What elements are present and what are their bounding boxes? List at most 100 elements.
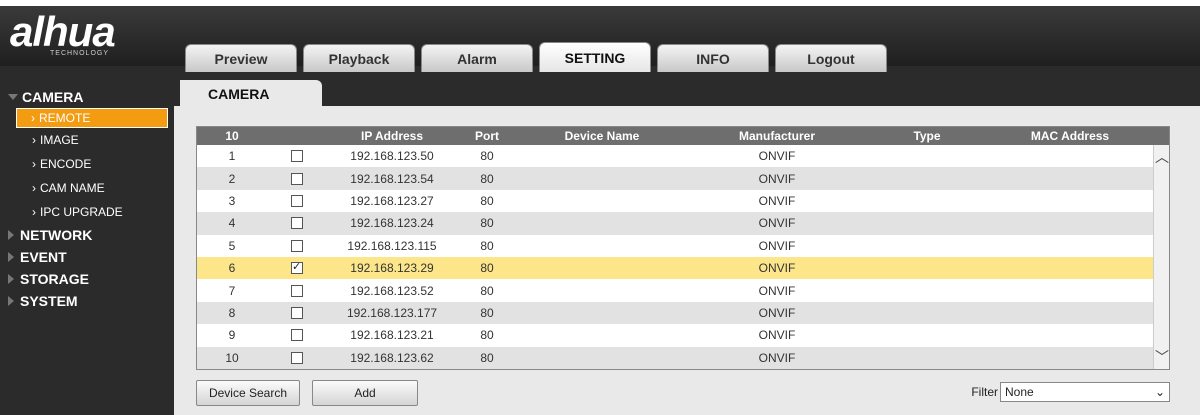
row-checkbox[interactable] xyxy=(291,217,303,230)
cell-mac xyxy=(987,167,1153,189)
cell-number: 6 xyxy=(228,261,236,276)
sidebar-section-label: EVENT xyxy=(20,249,67,265)
cell-type xyxy=(867,302,987,324)
row-checkbox[interactable] xyxy=(291,194,303,207)
sidebar-section-label: SYSTEM xyxy=(20,293,78,309)
sidebar-item-encode[interactable]: › ENCODE xyxy=(0,152,174,176)
cell-device-name xyxy=(517,145,687,167)
brand-logo: alhua TECHNOLOGY xyxy=(10,11,170,62)
cell-checkbox xyxy=(267,145,327,167)
cell-checkbox xyxy=(267,279,327,301)
sidebar-item-label: IPC UPGRADE xyxy=(40,205,123,219)
cell-number: 4 xyxy=(228,216,236,231)
bottom-bar: Device Search Add Filter None ⌄ xyxy=(196,380,1170,406)
sidebar-item-image[interactable]: › IMAGE xyxy=(0,128,174,152)
table-row[interactable]: 1 192.168.123.50 80 ONVIF xyxy=(197,145,1153,167)
row-checkbox[interactable] xyxy=(291,306,303,319)
cell-ip: 192.168.123.29 xyxy=(350,261,434,276)
cell-type xyxy=(867,347,987,369)
cell-mac xyxy=(987,324,1153,346)
table-row[interactable]: 7 192.168.123.52 80 ONVIF xyxy=(197,279,1153,301)
cell-port: 80 xyxy=(480,193,494,208)
cell-checkbox xyxy=(267,324,327,346)
filter-select[interactable]: None ⌄ xyxy=(1000,382,1170,402)
sidebar-section-label: STORAGE xyxy=(20,271,89,287)
row-checkbox[interactable] xyxy=(291,284,303,297)
cell-number: 1 xyxy=(228,149,236,164)
sidebar-item-remote[interactable]: › REMOTE xyxy=(16,108,168,128)
content-tab-bar: CAMERA xyxy=(174,80,1200,108)
row-checkbox[interactable] xyxy=(291,351,303,364)
table-body: 1 192.168.123.50 80 ONVIF 2 192.168.123.54 80 O… xyxy=(197,145,1153,369)
cell-mac xyxy=(987,302,1153,324)
table-row[interactable]: 2 192.168.123.54 80 ONVIF xyxy=(197,167,1153,190)
cell-mac xyxy=(987,145,1153,167)
chevron-down-icon[interactable]: ﹀ xyxy=(1154,349,1170,365)
add-button[interactable]: Add xyxy=(312,380,418,406)
table-row[interactable]: 10 192.168.123.62 80 ONVIF xyxy=(197,346,1153,369)
cell-ip: 192.168.123.52 xyxy=(350,283,434,298)
triangle-right-icon xyxy=(8,296,14,306)
cell-device-name xyxy=(517,235,687,257)
cell-type xyxy=(867,235,987,257)
cell-port: 80 xyxy=(480,149,494,164)
sidebar-item-cam-name[interactable]: › CAM NAME xyxy=(0,176,174,200)
cell-manufacturer: ONVIF xyxy=(758,238,796,253)
sidebar-section-system[interactable]: SYSTEM xyxy=(0,290,174,312)
header-bar: alhua TECHNOLOGY Preview Playback Alarm … xyxy=(0,0,1200,72)
cell-number: 7 xyxy=(228,283,236,298)
table-header: 10 IP Address Port Device Name Manufactu… xyxy=(197,127,1169,145)
row-checkbox[interactable] xyxy=(291,260,303,275)
cell-port: 80 xyxy=(480,328,494,343)
cell-checkbox xyxy=(267,190,327,212)
sidebar-section-storage[interactable]: STORAGE xyxy=(0,268,174,290)
cell-port: 80 xyxy=(480,238,494,253)
cell-ip: 192.168.123.21 xyxy=(350,328,434,343)
cell-number: 8 xyxy=(228,305,236,320)
chevron-right-icon: › xyxy=(31,111,35,125)
tab-camera[interactable]: CAMERA xyxy=(180,80,322,108)
device-search-button[interactable]: Device Search xyxy=(196,380,300,406)
table-row[interactable]: 5 192.168.123.115 80 ONVIF xyxy=(197,235,1153,257)
cell-checkbox xyxy=(267,257,327,279)
table-row[interactable]: 3 192.168.123.27 80 ONVIF xyxy=(197,190,1153,212)
cell-checkbox xyxy=(267,302,327,324)
cell-device-name xyxy=(517,279,687,301)
sidebar-item-label: IMAGE xyxy=(40,133,79,147)
row-checkbox[interactable] xyxy=(291,239,303,252)
cell-manufacturer: ONVIF xyxy=(758,216,796,231)
chevron-right-icon: › xyxy=(32,205,36,219)
table-scrollbar[interactable]: ︿ ﹀ xyxy=(1153,145,1169,369)
table-row[interactable]: 9 192.168.123.21 80 ONVIF xyxy=(197,324,1153,346)
sidebar-section-network[interactable]: NETWORK xyxy=(0,224,174,246)
cell-ip: 192.168.123.54 xyxy=(350,171,434,186)
cell-number: 5 xyxy=(228,238,236,253)
cell-port: 80 xyxy=(480,350,494,365)
sidebar-item-ipc-upgrade[interactable]: › IPC UPGRADE xyxy=(0,200,174,224)
cell-manufacturer: ONVIF xyxy=(758,305,796,320)
header-port: Port xyxy=(475,129,499,143)
cell-manufacturer: ONVIF xyxy=(758,350,796,365)
cell-number: 9 xyxy=(228,328,236,343)
row-checkbox[interactable] xyxy=(291,172,303,185)
filter-label: Filter xyxy=(971,385,998,399)
cell-type xyxy=(867,145,987,167)
sidebar-section-event[interactable]: EVENT xyxy=(0,246,174,268)
cell-ip: 192.168.123.24 xyxy=(350,216,434,231)
table-row[interactable]: 8 192.168.123.177 80 ONVIF xyxy=(197,301,1153,325)
chevron-up-icon[interactable]: ︿ xyxy=(1154,149,1170,165)
sidebar: CAMERA › REMOTE › IMAGE › ENCODE › CAM N… xyxy=(0,66,174,415)
row-checkbox[interactable] xyxy=(291,150,303,163)
table-row[interactable]: 6 192.168.123.29 80 ONVIF xyxy=(197,256,1153,280)
cell-mac xyxy=(987,279,1153,301)
cell-type xyxy=(867,279,987,301)
cell-ip: 192.168.123.50 xyxy=(350,149,434,164)
cell-port: 80 xyxy=(480,216,494,231)
cell-type xyxy=(867,212,987,234)
sidebar-section-camera[interactable]: CAMERA xyxy=(0,86,174,108)
row-checkbox[interactable] xyxy=(291,329,303,342)
cell-number: 2 xyxy=(228,171,236,186)
cell-device-name xyxy=(517,257,687,279)
header-device-name: Device Name xyxy=(564,129,640,143)
table-row[interactable]: 4 192.168.123.24 80 ONVIF xyxy=(197,212,1153,235)
